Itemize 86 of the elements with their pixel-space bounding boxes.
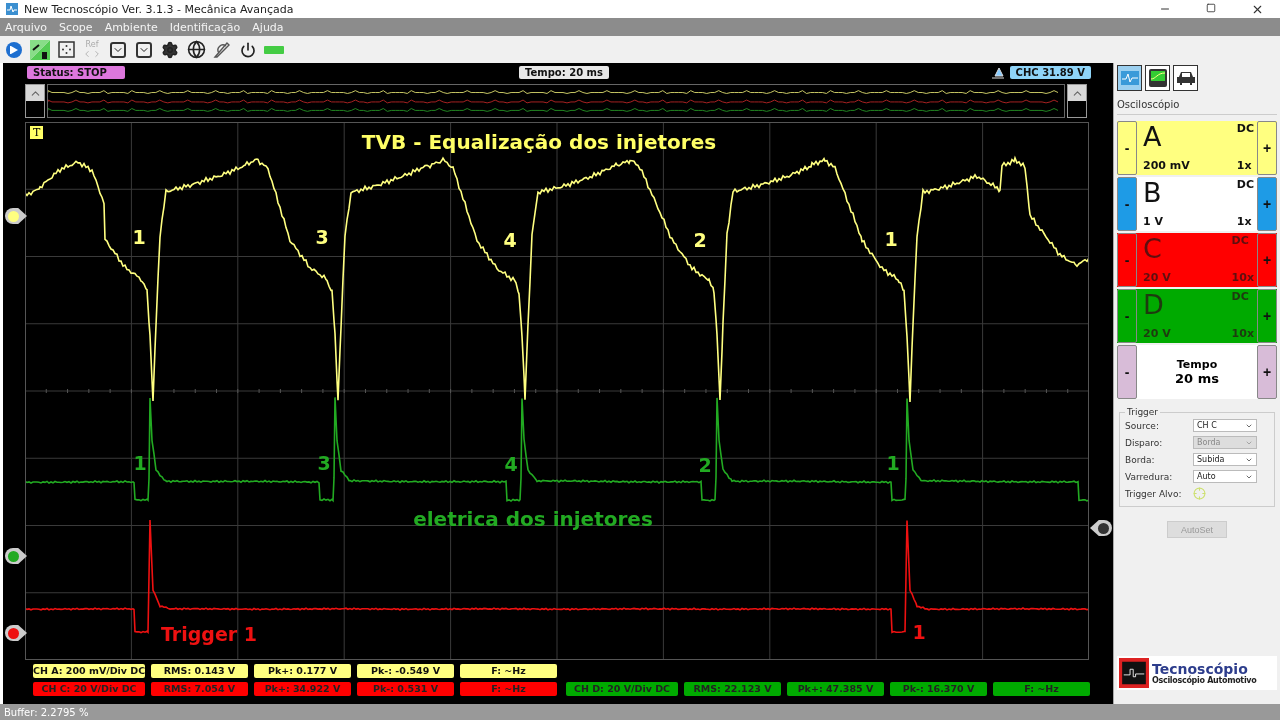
menu-item[interactable]: Identificação [169, 20, 241, 34]
menu-item[interactable]: Arquivo [5, 20, 48, 34]
measurement-readout: CH C: 20 V/Div DC [33, 682, 145, 696]
measurement-readout: Pk-: -0.549 V [357, 664, 454, 678]
logo-tagline: Osciloscópio Automotivo [1152, 675, 1257, 685]
increase-button[interactable]: + [1257, 345, 1277, 399]
trigger-marker[interactable]: T [30, 126, 44, 139]
cylinder-label: 4 [504, 453, 518, 475]
channel-offset-marker[interactable] [5, 208, 27, 224]
grid-icon[interactable] [56, 39, 76, 60]
window-title: New Tecnoscópio Ver. 3.1.3 - Mecânica Avançada [24, 2, 294, 16]
cylinder-label: 1 [133, 452, 147, 474]
globe-icon[interactable] [186, 39, 206, 60]
trigger-position-marker[interactable] [1090, 520, 1112, 536]
dropdown-field[interactable]: Auto [1193, 470, 1257, 483]
car-tab[interactable] [1173, 65, 1198, 91]
waveform-annotation: eletrica dos injetores [413, 507, 653, 531]
menu-item[interactable]: Ambiente [104, 20, 158, 34]
cylinder-label: 2 [698, 454, 712, 476]
waveform-annotation: TVB - Equalização dos injetores [361, 130, 717, 154]
cylinder-label: Trigger 1 [160, 623, 258, 645]
measurement-readout: Pk+: 0.177 V [254, 664, 351, 678]
measurement-readout: CH D: 20 V/Div DC [566, 682, 678, 696]
status-badge: Status: STOP [27, 66, 125, 79]
measurement-readout: RMS: 0.143 V [151, 664, 248, 678]
measurement-readout: RMS: 7.054 V [151, 682, 248, 696]
monitor-icon [1148, 69, 1167, 87]
field-label: Varredura: [1125, 471, 1174, 482]
decrease-button[interactable]: - [1117, 177, 1137, 231]
measurement-readout: RMS: 22.123 V [684, 682, 781, 696]
settings-icon[interactable] [160, 39, 180, 60]
decrease-button[interactable]: - [1117, 121, 1137, 175]
increase-button[interactable]: + [1257, 289, 1277, 343]
protractor-icon[interactable] [212, 39, 232, 60]
menu-item[interactable]: Ajuda [252, 20, 284, 34]
maximize-icon[interactable] [1206, 2, 1216, 13]
car-icon [1175, 71, 1196, 85]
increase-button[interactable]: + [1257, 177, 1277, 231]
increase-button[interactable]: + [1257, 121, 1277, 175]
panel-title: Osciloscópio [1117, 93, 1277, 115]
cylinder-label: 3 [317, 452, 331, 474]
buffer-status: Buffer: 2.2795 % [4, 706, 89, 718]
measurement-readout: Pk+: 34.922 V [254, 682, 351, 696]
scroll-up-button[interactable] [1067, 84, 1087, 118]
measurement-readout: Pk-: 16.370 V [890, 682, 987, 696]
trigger-level-icon [991, 66, 1004, 79]
decrease-button[interactable]: - [1117, 345, 1137, 399]
menu-item[interactable]: Scope [59, 20, 93, 34]
scroll-up-button[interactable] [25, 84, 45, 118]
play-icon[interactable] [4, 39, 24, 60]
increase-button[interactable]: + [1257, 233, 1277, 287]
download-icon[interactable] [108, 39, 128, 60]
logo-name: Tecnoscópio [1152, 661, 1248, 676]
trigger-level-label: CHC 31.89 V [1009, 66, 1091, 79]
measurement-readout: F: ~Hz [460, 664, 557, 678]
cylinder-label: 2 [693, 229, 707, 251]
measurement-readout: Pk-: 0.531 V [357, 682, 454, 696]
measurement-readout: F: ~Hz [460, 682, 557, 696]
cylinder-label: 4 [503, 229, 517, 251]
measurement-readout: F: ~Hz [993, 682, 1090, 696]
cylinder-label: 3 [315, 226, 329, 248]
cylinder-label: 1 [884, 228, 898, 250]
channel-offset-marker[interactable] [5, 625, 27, 641]
channel-offset-marker[interactable] [5, 548, 27, 564]
group-title: Trigger [1126, 407, 1160, 417]
cylinder-label: 1 [912, 621, 926, 643]
decrease-button[interactable]: - [1117, 233, 1137, 287]
decrease-button[interactable]: - [1117, 289, 1137, 343]
field-label: Borda: [1125, 454, 1156, 465]
field-label: Trigger Alvo: [1125, 488, 1183, 499]
timebase-label: Tempo: 20 ms [519, 66, 609, 79]
waveform-tab[interactable] [1117, 65, 1142, 91]
dropdown-field[interactable]: Subida [1193, 453, 1257, 466]
app-icon [6, 3, 18, 15]
scope-tab[interactable] [1145, 65, 1170, 91]
battery-icon [264, 45, 284, 54]
field-label: Source: [1125, 420, 1160, 431]
waveform-icon [1120, 71, 1139, 85]
probe-icon[interactable] [30, 39, 50, 60]
measurement-readout: CH A: 200 mV/Div DC [33, 664, 145, 678]
download-icon[interactable] [134, 39, 154, 60]
measurement-readout: Pk+: 47.385 V [787, 682, 884, 696]
cylinder-label: 1 [132, 226, 146, 248]
field-label: Disparo: [1125, 437, 1164, 448]
dropdown-field[interactable]: CH C [1193, 419, 1257, 432]
cylinder-label: 1 [886, 452, 900, 474]
